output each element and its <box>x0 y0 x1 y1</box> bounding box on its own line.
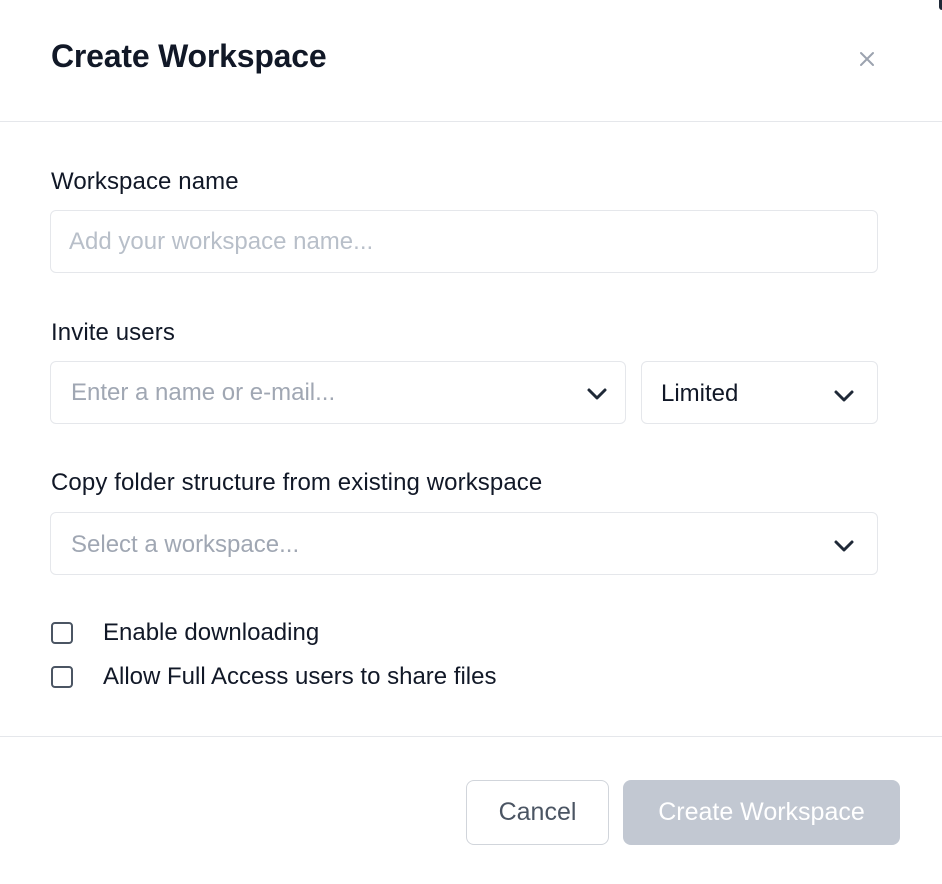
close-icon <box>860 52 874 66</box>
chevron-down-icon <box>587 388 607 400</box>
invite-users-label: Invite users <box>51 319 175 346</box>
enable-downloading-checkbox[interactable] <box>51 622 73 644</box>
enable-downloading-label: Enable downloading <box>103 619 320 646</box>
allow-sharing-option[interactable]: Allow Full Access users to share files <box>51 662 496 692</box>
invite-role-value: Limited <box>661 380 739 407</box>
dialog-header: Create Workspace <box>0 0 942 122</box>
create-workspace-dialog: Create Workspace Workspace name Invite u… <box>0 0 942 884</box>
copy-structure-label: Copy folder structure from existing work… <box>51 469 543 496</box>
invite-users-select[interactable]: Enter a name or e-mail... <box>50 361 626 424</box>
close-button[interactable] <box>852 44 882 74</box>
cancel-button[interactable]: Cancel <box>466 780 609 845</box>
dialog-footer <box>0 736 942 737</box>
workspace-name-label: Workspace name <box>51 168 239 195</box>
allow-sharing-label: Allow Full Access users to share files <box>103 663 497 690</box>
chevron-down-icon <box>834 540 854 552</box>
dialog-title: Create Workspace <box>51 38 327 74</box>
enable-downloading-option[interactable]: Enable downloading <box>51 618 319 648</box>
workspace-name-input[interactable] <box>50 210 878 273</box>
invite-users-placeholder: Enter a name or e-mail... <box>71 379 336 406</box>
invite-role-select[interactable]: Limited <box>641 361 878 424</box>
workspace-source-select[interactable]: Select a workspace... <box>50 512 878 575</box>
create-workspace-button[interactable]: Create Workspace <box>623 780 900 845</box>
chevron-down-icon <box>834 390 854 402</box>
allow-sharing-checkbox[interactable] <box>51 666 73 688</box>
workspace-source-placeholder: Select a workspace... <box>71 531 300 558</box>
